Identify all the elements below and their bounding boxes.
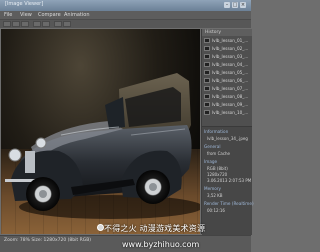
list-item[interactable]: lvlb_lesson_06_...	[204, 77, 250, 84]
zoom-out-icon[interactable]	[42, 21, 50, 27]
thumbnail-icon	[204, 38, 210, 43]
list-item[interactable]: lvlb_lesson_03_...	[204, 53, 250, 60]
list-item[interactable]: lvlb_lesson_09_...	[204, 101, 250, 108]
status-text: Zoom: 78% Size: 1280x720 (8bit RGB)	[4, 238, 92, 243]
list-item[interactable]: lvlb_lesson_07_...	[204, 85, 250, 92]
thumbnail-icon	[204, 54, 210, 59]
channel-alpha-icon[interactable]	[63, 21, 71, 27]
thumbnail-icon	[204, 94, 210, 99]
info-filename: lvlb_lesson_34_.jpeg	[207, 136, 248, 141]
window-title: [Image Viewer]	[5, 1, 44, 7]
image-section-label: Image	[204, 159, 218, 164]
list-item[interactable]: lvlb_lesson_10_...	[204, 109, 250, 116]
side-panel: History lvlb_lesson_01_... lvlb_lesson_0…	[201, 29, 254, 235]
list-item[interactable]: lvlb_lesson_02_...	[204, 45, 250, 52]
file-name: lvlb_lesson_02_...	[212, 46, 249, 51]
list-item[interactable]: lvlb_lesson_05_...	[204, 69, 250, 76]
thumbnail-icon	[204, 70, 210, 75]
menu-file[interactable]: File	[4, 12, 12, 18]
image-viewport[interactable]	[1, 29, 200, 234]
info-render-time: 00:12:16	[207, 208, 225, 213]
info-date: 3.06.2013 2:07:53 PM	[207, 178, 252, 183]
list-item[interactable]: lvlb_lesson_04_...	[204, 61, 250, 68]
menu-view[interactable]: View	[20, 12, 32, 18]
toolbar	[0, 20, 251, 28]
menu-bar: File View Compare Animation	[0, 11, 251, 20]
thumbnail-icon	[204, 78, 210, 83]
thumbnail-icon	[204, 46, 210, 51]
file-name: lvlb_lesson_07_...	[212, 86, 249, 91]
file-name: lvlb_lesson_05_...	[212, 70, 249, 75]
save-icon[interactable]	[12, 21, 20, 27]
info-memory: 3,52 KB	[207, 193, 223, 198]
menu-compare[interactable]: Compare	[38, 12, 61, 18]
history-label: History	[205, 30, 222, 35]
maximize-button[interactable]: □	[232, 2, 238, 8]
thumbnail-icon	[204, 102, 210, 107]
title-bar: [Image Viewer] – □ ×	[0, 0, 251, 11]
list-item[interactable]: lvlb_lesson_01_...	[204, 37, 250, 44]
file-name: lvlb_lesson_04_...	[212, 62, 249, 67]
watermark-url: www.byzhihuo.com	[122, 240, 200, 249]
file-name: lvlb_lesson_09_...	[212, 102, 249, 107]
info-section-label: Information	[204, 129, 229, 134]
open-icon[interactable]	[3, 21, 11, 27]
info-status: from Cache	[207, 151, 231, 156]
render-section-label: Render Time (Realtime)	[204, 201, 254, 206]
thumbnail-icon	[204, 110, 210, 115]
info-size: 1280x720	[207, 172, 228, 177]
history-file-list[interactable]: lvlb_lesson_01_... lvlb_lesson_02_... lv…	[202, 37, 252, 124]
general-section-label: General	[204, 144, 221, 149]
file-name: lvlb_lesson_03_...	[212, 54, 249, 59]
close-button[interactable]: ×	[240, 2, 246, 8]
file-name: lvlb_lesson_06_...	[212, 78, 249, 83]
image-info-panel: Information lvlb_lesson_34_.jpeg General…	[202, 126, 254, 235]
file-name: lvlb_lesson_01_...	[212, 38, 249, 43]
watermark-text: 不得之火 动漫游戏美术资源	[104, 224, 206, 233]
file-name: lvlb_lesson_08_...	[212, 94, 249, 99]
watermark-logo-icon	[97, 224, 104, 231]
copy-icon[interactable]	[21, 21, 29, 27]
zoom-in-icon[interactable]	[33, 21, 41, 27]
info-format: RGB (8bit)	[207, 166, 228, 171]
memory-section-label: Memory	[204, 186, 222, 191]
thumbnail-icon	[204, 62, 210, 67]
channel-rgb-icon[interactable]	[54, 21, 62, 27]
minimize-button[interactable]: –	[224, 2, 230, 8]
vintage-car-render	[5, 73, 200, 219]
file-name: lvlb_lesson_10_...	[212, 110, 249, 115]
history-panel-header: History	[202, 29, 252, 36]
list-item[interactable]: lvlb_lesson_08_...	[204, 93, 250, 100]
menu-animation[interactable]: Animation	[64, 12, 90, 18]
thumbnail-icon	[204, 86, 210, 91]
